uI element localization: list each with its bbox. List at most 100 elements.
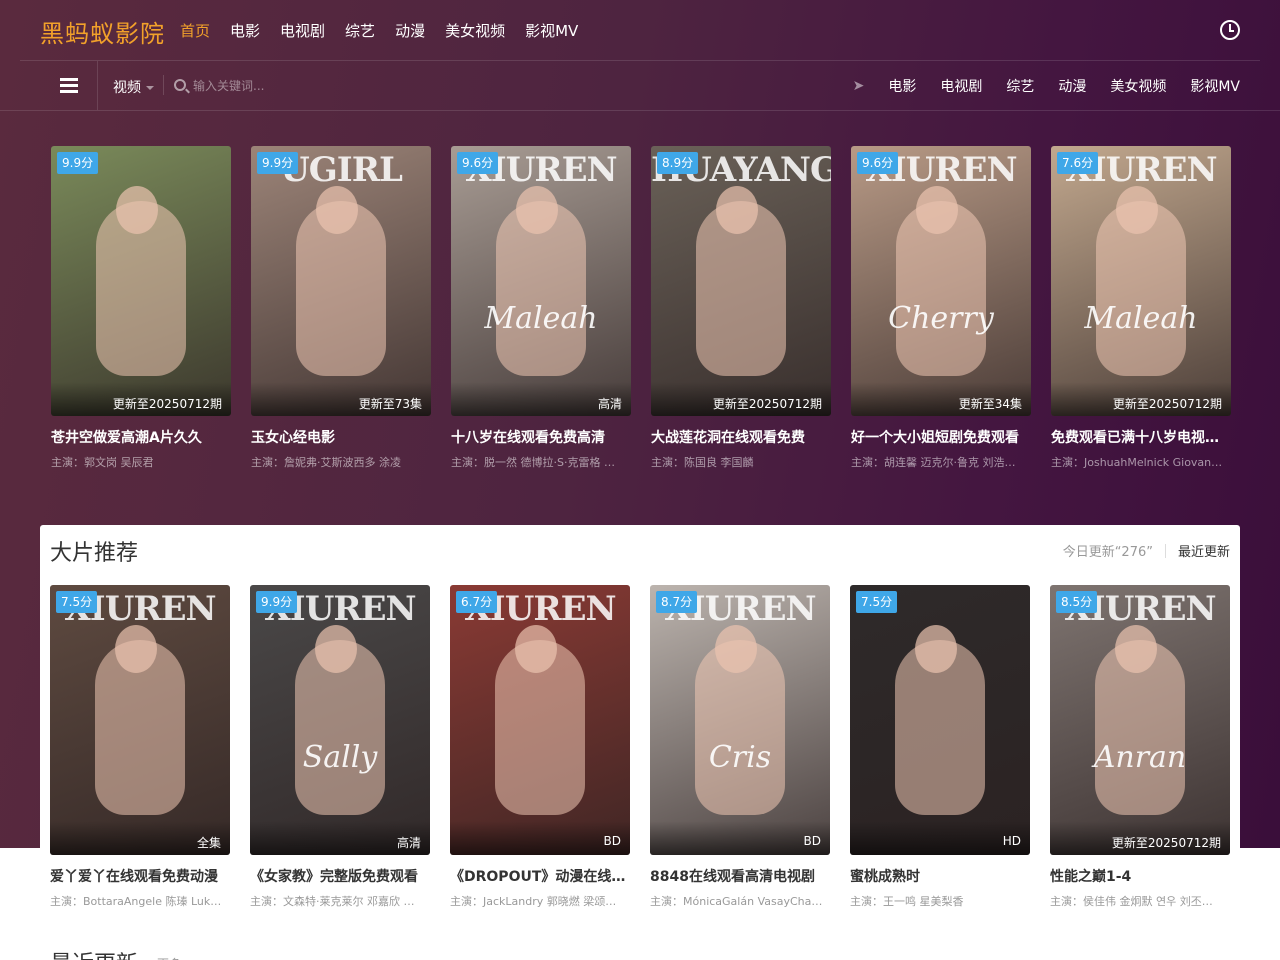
video-title[interactable]: 蜜桃成熟时 [850,866,1030,886]
nav-tv[interactable]: 电视剧 [280,20,325,41]
poster-figure [316,186,358,234]
update-status: BD [650,821,830,855]
poster-image[interactable]: XIUREN Sally 9.9分 高清 [250,585,430,855]
video-card[interactable]: XIUREN Maleah 7.6分 更新至20250712期免费观看已满十八岁电视…… [1051,146,1231,470]
subnav-tv[interactable]: 电视剧 [940,76,982,96]
update-status: HD [850,821,1030,855]
video-card[interactable]: XIUREN Sally 9.9分 高清 《女家教》完整版免费观看 主演：文森特·莱克莱尔… [250,585,430,909]
chevron-down-icon [146,86,154,90]
poster-script-text: Anran [1093,740,1187,775]
section-title: 最近更新 [50,946,138,960]
section-more-link[interactable]: 更多 [157,955,181,960]
video-actors: 主演：王一鸣 星美梨香 [850,895,964,908]
video-actors: 主演：JoshuahMelnick Giovan… [1051,456,1223,469]
poster-image[interactable]: 7.5分 HD [850,585,1030,855]
nav-movie[interactable]: 电影 [230,20,260,41]
video-card[interactable]: XIUREN Anran 8.5分 更新至20250712期性能之巅1-4 主演：侯佳伟… [1050,585,1230,909]
video-title[interactable]: 十八岁在线观看免费高清 [451,427,631,447]
video-title[interactable]: 大战莲花洞在线观看免费 [651,427,831,447]
section-title: 大片推荐 [50,541,139,566]
nav-anime[interactable]: 动漫 [395,20,425,41]
score-badge: 6.7分 [456,591,498,613]
video-actors: 主演：胡连馨 迈克尔·鲁克 刘浩… [851,456,1016,469]
update-status: 更新至34集 [851,382,1031,416]
video-actors: 主演：MónicaGalán VasayCha… [650,895,823,908]
poster-image[interactable]: XIUREN Maleah 9.6分 高清 [451,146,631,416]
score-badge: 8.9分 [657,152,699,174]
poster-image[interactable]: XIUREN Maleah 7.6分 更新至20250712期 [1051,146,1231,416]
video-card[interactable]: XIUREN Cris 8.7分 BD 8848在线观看高清电视剧主演：MónicaGa… [650,585,830,909]
update-status: 高清 [250,821,430,855]
poster-figure [115,625,157,673]
poster-script-text: Sally [302,740,378,775]
nav-beauty[interactable]: 美女视频 [445,20,505,41]
site-logo[interactable]: 黑蚂蚁影院 [40,14,165,49]
select-value: 视频 [113,80,141,96]
video-title[interactable]: 性能之巅1-4 [1050,866,1230,886]
video-title[interactable]: 免费观看已满十八岁电视… [1051,427,1231,447]
video-card[interactable]: XIUREN 7.5分 全集爱丫爱丫在线观看免费动漫主演：BottaraAngele… [50,585,230,909]
score-badge: 7.5分 [856,591,898,613]
video-title[interactable]: 《DROPOUT》动漫在线… [450,866,630,886]
poster-image[interactable]: XIUREN Cris 8.7分 BD [650,585,830,855]
search-type-select[interactable]: 视频 [113,77,154,97]
subnav-movie[interactable]: 电影 [888,76,916,96]
video-card[interactable]: XIUREN Cherry 9.6分 更新至34集好一个大小姐短剧免费观看主演：胡连馨… [851,146,1031,470]
score-badge: 9.9分 [256,591,298,613]
video-title[interactable]: 《女家教》完整版免费观看 [250,866,430,886]
update-status: 更新至20250712期 [1050,821,1230,855]
top-navbar: 黑蚂蚁影院 首页 电影 电视剧 综艺 动漫 美女视频 影视MV [0,0,1280,60]
poster-script-text: Maleah [484,301,598,336]
main-nav: 首页 电影 电视剧 综艺 动漫 美女视频 影视MV [180,20,578,41]
subnav-beauty[interactable]: 美女视频 [1110,76,1166,96]
video-card[interactable]: UGIRL 9.9分 更新至73集玉女心经电影主演：詹妮弗·艾斯波西多 涂凌 [251,146,431,470]
update-status: BD [450,821,630,855]
poster-image[interactable]: XIUREN Cherry 9.6分 更新至34集 [851,146,1031,416]
nav-variety[interactable]: 综艺 [345,20,375,41]
paper-plane-icon[interactable]: ➤ [853,78,865,94]
search-icon[interactable] [174,79,186,91]
nav-mv[interactable]: 影视MV [525,20,578,41]
video-card[interactable]: XIUREN Maleah 9.6分 高清十八岁在线观看免费高清主演：脱一然 德博拉·… [451,146,631,470]
clock-icon[interactable] [1220,20,1240,40]
video-title[interactable]: 苍井空做爱高潮A片久久 [51,427,231,447]
video-title[interactable]: 玉女心经电影 [251,427,431,447]
video-title[interactable]: 8848在线观看高清电视剧 [650,866,830,886]
update-status: 全集 [50,821,230,855]
video-card[interactable]: 9.9分 更新至20250712期 苍井空做爱高潮A片久久 主演：郭文岗 吴辰君 [51,146,231,470]
poster-script-text: Maleah [1084,301,1198,336]
nav-home[interactable]: 首页 [180,20,210,41]
video-actors: 主演：侯佳伟 金炯默 연우 刘丕… [1050,895,1213,908]
video-actors: 主演：JackLandry 郭晓燃 梁颂… [450,895,617,908]
more-link[interactable]: 最近更新 [1178,541,1230,560]
update-status: 更新至20250712期 [651,382,831,416]
poster-figure [515,625,557,673]
poster-image[interactable]: XIUREN 7.5分 全集 [50,585,230,855]
subnav-mv[interactable]: 影视MV [1190,76,1240,96]
score-badge: 9.9分 [57,152,99,174]
poster-figure [516,186,558,234]
video-title[interactable]: 爱丫爱丫在线观看免费动漫 [50,866,230,886]
subnav-anime[interactable]: 动漫 [1058,76,1086,96]
video-card[interactable]: HUAYANG 8.9分 更新至20250712期 大战莲花洞在线观看免费 主演：陈国良… [651,146,831,470]
update-status: 更新至20250712期 [1051,382,1231,416]
search-input[interactable] [193,75,493,97]
video-actors: 主演：BottaraAngele 陈瑧 Luk… [50,895,222,908]
poster-image[interactable]: UGIRL 9.9分 更新至73集 [251,146,431,416]
poster-figure [915,625,957,673]
poster-image[interactable]: XIUREN 6.7分 BD [450,585,630,855]
video-actors: 主演：文森特·莱克莱尔 邓嘉欣 … [250,895,415,908]
hamburger-icon[interactable] [60,78,78,93]
subnav-variety[interactable]: 综艺 [1006,76,1034,96]
poster-image[interactable]: XIUREN Anran 8.5分 更新至20250712期 [1050,585,1230,855]
poster-image[interactable]: 9.9分 更新至20250712期 [51,146,231,416]
poster-figure [315,625,357,673]
video-card[interactable]: XIUREN 6.7分 BD 《DROPOUT》动漫在线… 主演：JackLandry … [450,585,630,909]
video-actors: 主演：脱一然 德博拉·S·克雷格 … [451,456,615,469]
poster-image[interactable]: HUAYANG 8.9分 更新至20250712期 [651,146,831,416]
video-card[interactable]: 7.5分 HD 蜜桃成熟时主演：王一鸣 星美梨香 [850,585,1030,909]
poster-figure [1115,625,1157,673]
video-actors: 主演：詹妮弗·艾斯波西多 涂凌 [251,456,401,469]
divider [163,75,164,95]
video-title[interactable]: 好一个大小姐短剧免费观看 [851,427,1031,447]
